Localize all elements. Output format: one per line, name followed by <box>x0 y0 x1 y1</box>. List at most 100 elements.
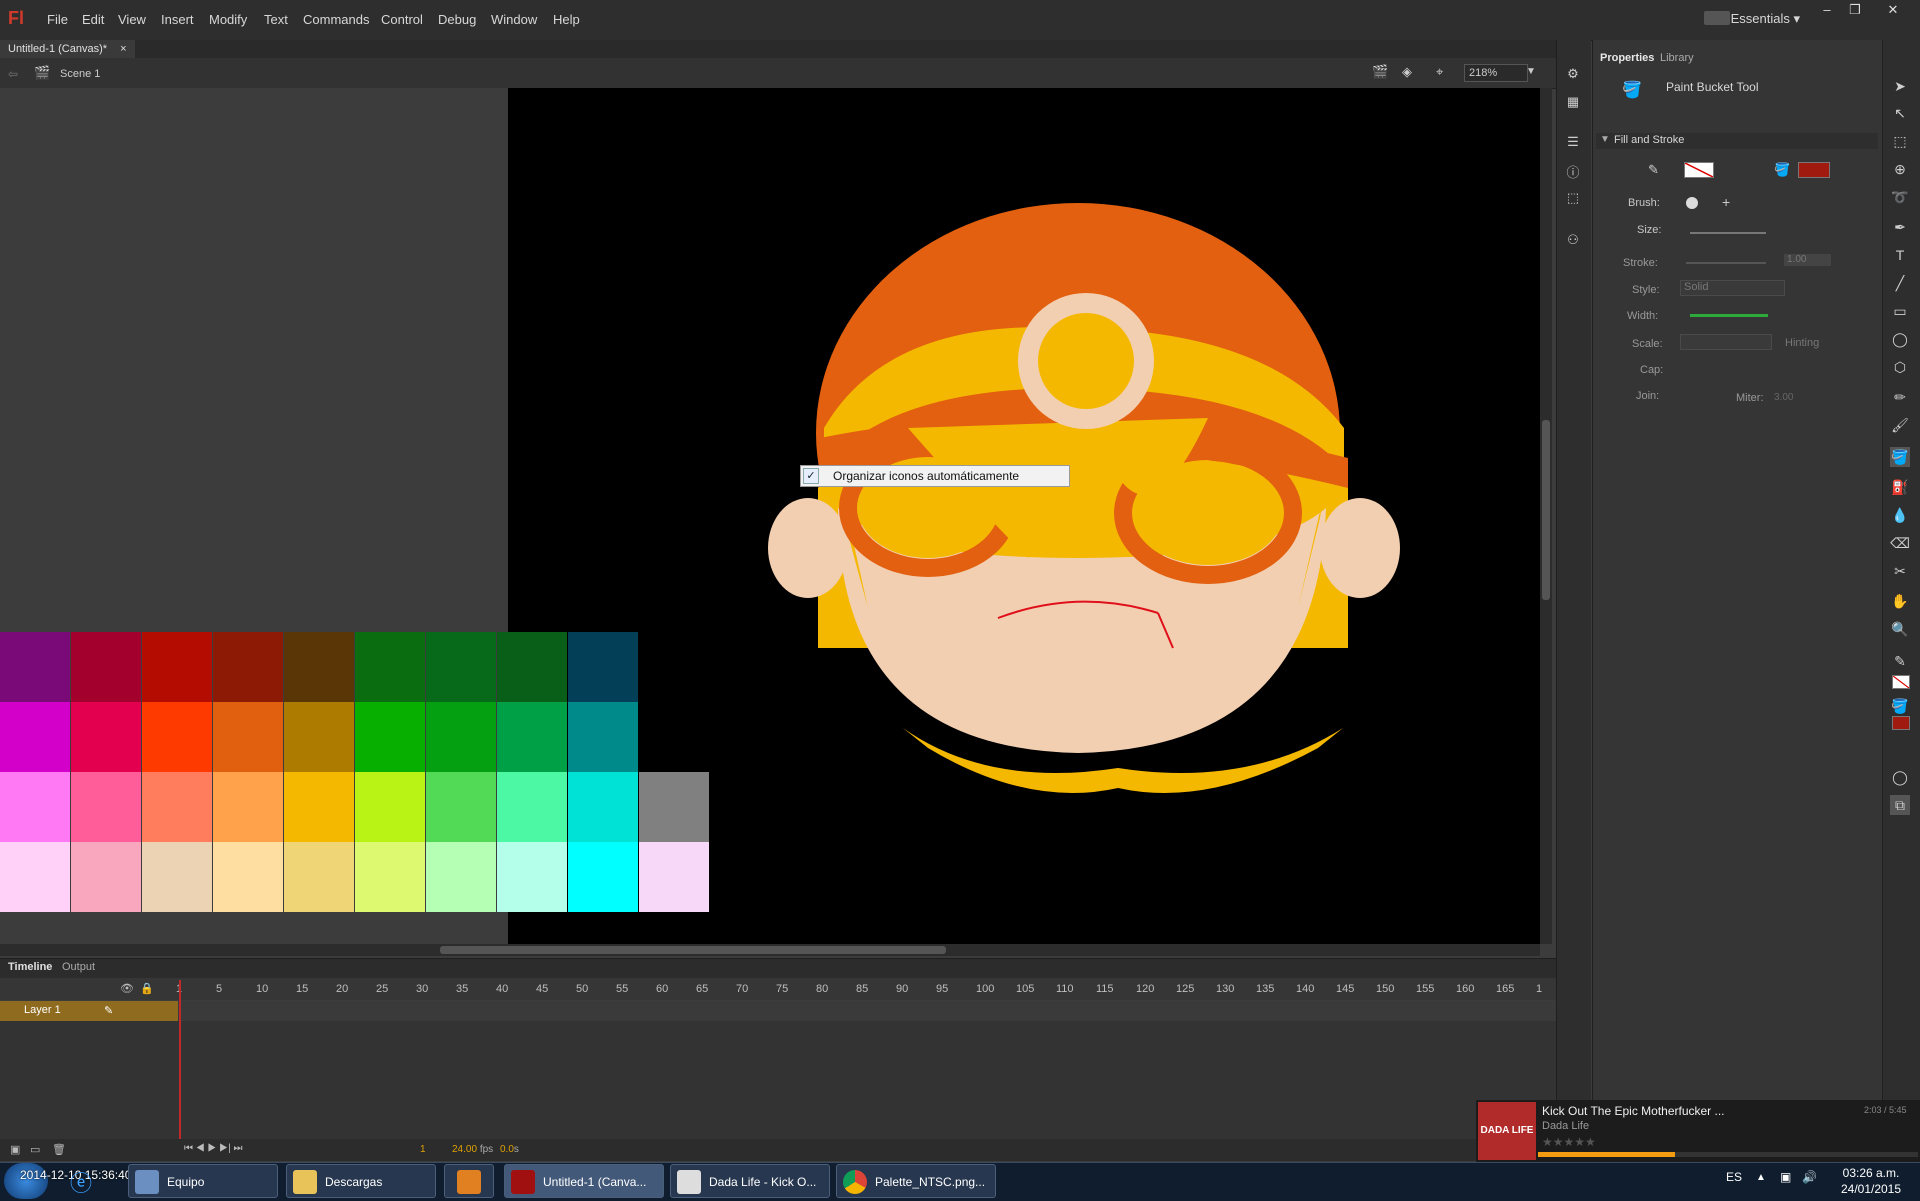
clock-date[interactable]: 24/01/2015 <box>1836 1182 1906 1196</box>
clock-time[interactable]: 03:26 a.m. <box>1836 1166 1906 1180</box>
current-frame[interactable]: 1 <box>420 1144 426 1155</box>
taskbar-item-chrome[interactable]: Palette_NTSC.png... <box>836 1164 996 1198</box>
delete-icon[interactable]: 🗑 <box>52 1143 66 1156</box>
menu-window[interactable]: Window <box>491 12 537 27</box>
taskbar-item-media-player[interactable] <box>444 1164 494 1198</box>
polystar-tool-icon[interactable]: ⬡ <box>1890 357 1910 377</box>
stroke-color-chip[interactable] <box>1892 675 1910 689</box>
center-stage-icon[interactable]: ⌖ <box>1436 64 1443 80</box>
menu-help[interactable]: Help <box>553 12 580 27</box>
grid-icon[interactable]: ▦ <box>1564 94 1582 112</box>
menu-commands[interactable]: Commands <box>303 12 369 27</box>
fill-color-swatch[interactable] <box>1798 162 1830 178</box>
frame-tick-label: 35 <box>456 983 469 995</box>
menu-file[interactable]: File <box>47 12 68 27</box>
paint-bucket-tool-icon[interactable]: 🪣 <box>1890 447 1910 467</box>
zoom-dropdown-icon[interactable]: ▼ <box>1526 66 1536 77</box>
tab-timeline[interactable]: Timeline <box>8 961 52 973</box>
volume-icon[interactable]: 🔊 <box>1802 1170 1817 1184</box>
taskbar-item-music[interactable]: Dada Life - Kick O... <box>670 1164 830 1198</box>
tab-library[interactable]: Library <box>1660 52 1694 64</box>
align-icon[interactable]: ☰ <box>1564 134 1582 152</box>
lock-icon[interactable]: 🔒 <box>140 982 154 995</box>
bone-tool-icon[interactable]: ✂ <box>1890 561 1910 581</box>
vertical-scroll-thumb[interactable] <box>1542 420 1550 600</box>
transform-icon[interactable]: ⬚ <box>1564 190 1582 208</box>
new-layer-icon[interactable]: ▣ <box>10 1143 20 1156</box>
line-tool-icon[interactable]: ╱ <box>1890 273 1910 293</box>
menu-insert[interactable]: Insert <box>161 12 194 27</box>
text-tool-icon[interactable]: T <box>1890 245 1910 265</box>
menu-control[interactable]: Control <box>381 12 423 27</box>
plus-icon[interactable]: + <box>1722 194 1730 210</box>
selection-tool-icon[interactable]: ➤ <box>1890 76 1910 96</box>
size-slider[interactable] <box>1690 232 1766 234</box>
palette-image[interactable] <box>0 632 713 912</box>
taskbar-item-flash[interactable]: Untitled-1 (Canva... <box>504 1164 664 1198</box>
brush-shape-icon[interactable] <box>1686 197 1698 209</box>
document-tab[interactable]: Untitled-1 (Canvas)* × <box>0 40 135 58</box>
pencil-icon[interactable]: ✎ <box>104 1004 113 1017</box>
language-indicator[interactable]: ES <box>1726 1170 1742 1184</box>
section-header[interactable]: ▼ Fill and Stroke <box>1596 133 1878 149</box>
lasso-tool-icon[interactable]: ➰ <box>1890 187 1910 207</box>
sync-settings-icon[interactable] <box>1704 11 1730 25</box>
pencil-tool-icon[interactable]: ✏ <box>1890 387 1910 407</box>
menu-view[interactable]: View <box>118 12 146 27</box>
context-menu-item[interactable]: ✓ Organizar iconos automáticamente <box>800 465 1070 487</box>
frame-rate[interactable]: 24.00 fps <box>452 1144 493 1155</box>
rating-stars[interactable]: ★★★★★ <box>1542 1135 1596 1149</box>
zoom-input[interactable]: 218% <box>1464 64 1528 82</box>
components-icon[interactable]: ⚇ <box>1564 232 1582 250</box>
brush-tool-icon[interactable]: 🖌 <box>1890 415 1910 435</box>
tab-output[interactable]: Output <box>62 961 95 973</box>
horizontal-scroll-thumb[interactable] <box>440 946 946 954</box>
taskbar-item-equipo[interactable]: Equipo <box>128 1164 278 1198</box>
playback-controls[interactable]: ⏮ ◀ ▶ ▶| ⏭ <box>184 1143 242 1154</box>
motion-presets-icon[interactable]: ⚙ <box>1564 66 1582 84</box>
menu-edit[interactable]: Edit <box>82 12 104 27</box>
tray-chevron-icon[interactable]: ▲ <box>1756 1172 1766 1183</box>
subselection-tool-icon[interactable]: ↖ <box>1890 103 1910 123</box>
close-tab-icon[interactable]: × <box>120 43 126 55</box>
fill-color-chip[interactable] <box>1892 716 1910 730</box>
eye-icon[interactable]: 👁 <box>120 982 134 995</box>
stroke-color-icon[interactable]: ✎ <box>1890 651 1910 671</box>
restore-button[interactable]: ❐ <box>1842 2 1868 20</box>
scene-breadcrumb[interactable]: Scene 1 <box>60 68 100 80</box>
close-window-button[interactable]: ✕ <box>1880 2 1906 20</box>
layer-name-cell[interactable]: Layer 1 ✎ <box>0 1001 178 1021</box>
taskbar-item-descargas[interactable]: Descargas <box>286 1164 436 1198</box>
edit-scene-icon[interactable]: 🎬 <box>1372 64 1388 80</box>
object-drawing-icon[interactable]: ◯ <box>1890 767 1910 787</box>
fill-color-icon[interactable]: 🪣 <box>1890 696 1910 716</box>
tab-properties[interactable]: Properties <box>1600 52 1654 64</box>
workspace-switcher[interactable]: Essentials ▾ <box>1731 11 1800 27</box>
3d-rotation-tool-icon[interactable]: ⊕ <box>1890 159 1910 179</box>
free-transform-tool-icon[interactable]: ⬚ <box>1890 131 1910 151</box>
media-progress-track[interactable] <box>1538 1152 1918 1157</box>
snap-icon[interactable]: ⧉ <box>1890 795 1910 815</box>
new-folder-icon[interactable]: ▭ <box>30 1143 40 1156</box>
menu-modify[interactable]: Modify <box>209 12 247 27</box>
elapsed-time[interactable]: 0.0s <box>500 1144 519 1155</box>
menu-text[interactable]: Text <box>264 12 288 27</box>
eraser-tool-icon[interactable]: ⌫ <box>1890 533 1910 553</box>
eyedropper-tool-icon[interactable]: 💧 <box>1890 505 1910 525</box>
pen-tool-icon[interactable]: ✒ <box>1890 217 1910 237</box>
ink-bottle-tool-icon[interactable]: ⛽ <box>1890 477 1910 497</box>
info-icon[interactable]: ⓘ <box>1564 162 1582 180</box>
hand-tool-icon[interactable]: ✋ <box>1890 591 1910 611</box>
oval-tool-icon[interactable]: ◯ <box>1890 329 1910 349</box>
edit-symbol-icon[interactable]: ◈ <box>1402 64 1412 80</box>
stroke-color-swatch[interactable] <box>1684 162 1714 178</box>
internet-explorer-icon[interactable]: ⓔ <box>70 1166 100 1196</box>
layer-row[interactable] <box>0 1001 1556 1021</box>
back-arrow-icon[interactable]: ⇦ <box>8 67 18 81</box>
menu-debug[interactable]: Debug <box>438 12 476 27</box>
rectangle-tool-icon[interactable]: ▭ <box>1890 301 1910 321</box>
zoom-tool-icon[interactable]: 🔍 <box>1890 619 1910 639</box>
network-icon[interactable]: ▣ <box>1780 1170 1791 1184</box>
playhead[interactable] <box>179 980 181 1140</box>
minimize-button[interactable]: – <box>1814 2 1840 20</box>
